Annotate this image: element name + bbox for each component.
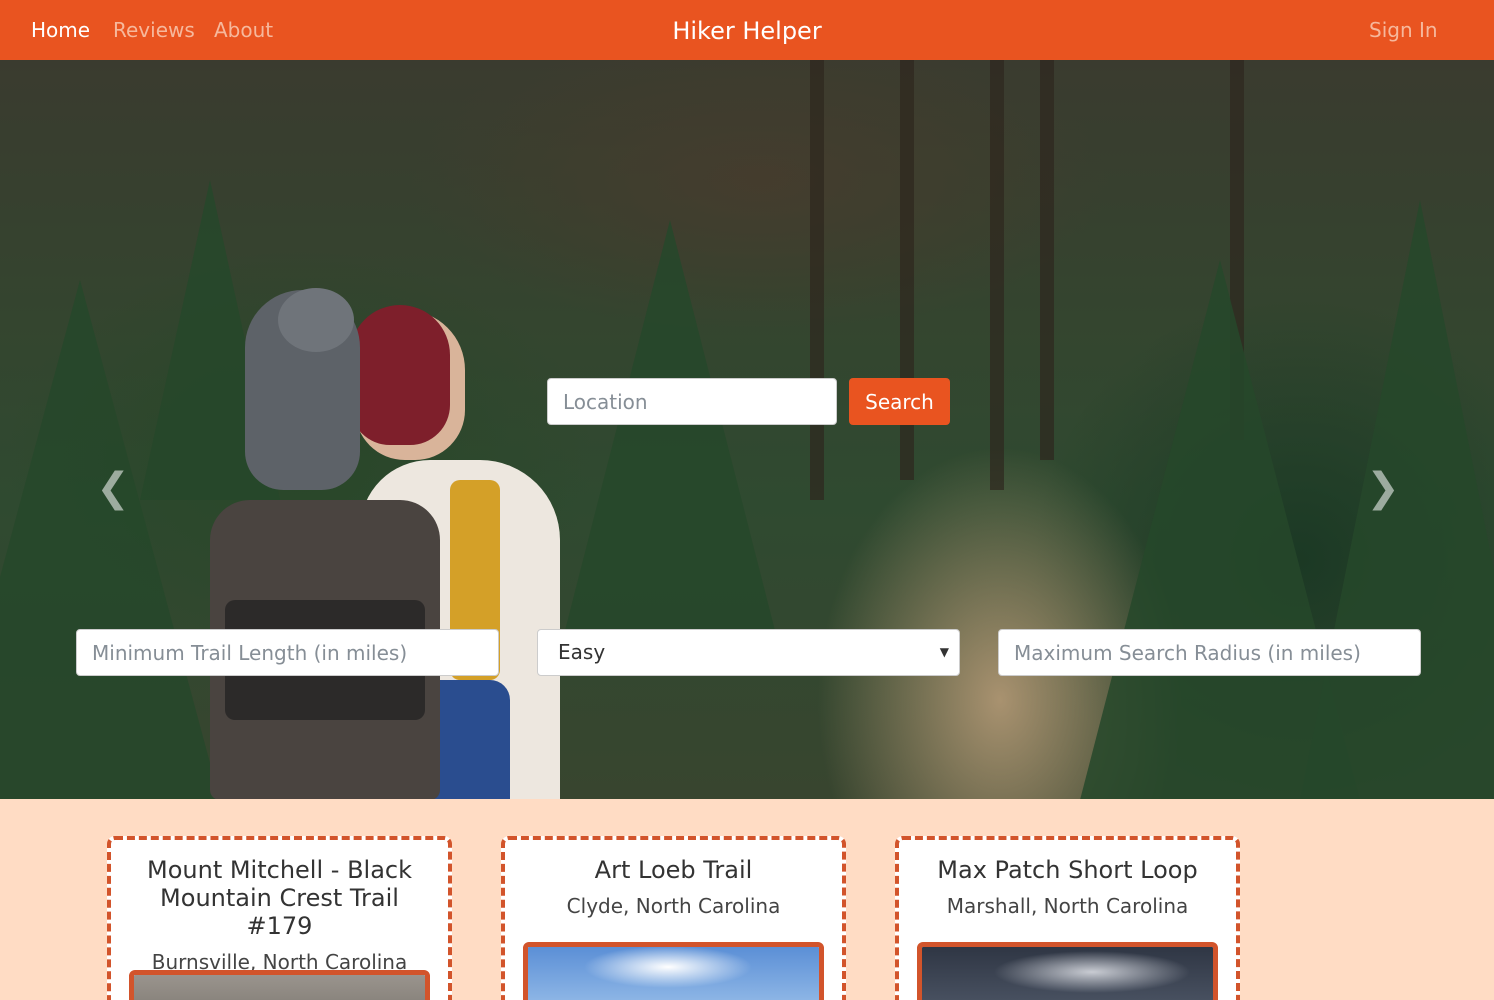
trail-location: Marshall, North Carolina	[946, 894, 1189, 918]
trail-card[interactable]: Art Loeb Trail Clyde, North Carolina	[501, 836, 846, 1000]
hero-carousel: ❮ ❯	[0, 60, 1494, 799]
tree-trunk	[1040, 60, 1054, 460]
trail-name: Max Patch Short Loop	[937, 856, 1198, 884]
trail-name: Art Loeb Trail	[594, 856, 753, 884]
trail-photo	[917, 942, 1218, 1000]
pine-tree	[0, 280, 220, 799]
trail-name: Mount Mitchell - Black Mountain Crest Tr…	[147, 856, 412, 940]
difficulty-select[interactable]: Easy ▼	[537, 629, 960, 676]
nav-link-about[interactable]: About	[214, 0, 273, 60]
trail-location: Clyde, North Carolina	[566, 894, 781, 918]
search-button[interactable]: Search	[849, 378, 950, 425]
trail-photo	[523, 942, 824, 1000]
tree-trunk	[810, 60, 824, 500]
difficulty-selected-value: Easy	[558, 640, 606, 664]
pine-tree	[560, 220, 780, 650]
tree-trunk	[990, 60, 1004, 490]
caret-down-icon: ▼	[939, 645, 949, 659]
chevron-left-icon[interactable]: ❮	[93, 465, 133, 511]
trail-card[interactable]: Max Patch Short Loop Marshall, North Car…	[895, 836, 1240, 1000]
hiker-hat	[350, 305, 450, 445]
top-navbar: Home Reviews About Hiker Helper Sign In	[0, 0, 1494, 60]
trail-card[interactable]: Mount Mitchell - Black Mountain Crest Tr…	[107, 836, 452, 1000]
nav-link-home[interactable]: Home	[31, 0, 90, 60]
sign-in-link[interactable]: Sign In	[1369, 0, 1438, 60]
location-input[interactable]	[547, 378, 837, 425]
max-search-radius-input[interactable]	[998, 629, 1421, 676]
trail-photo	[129, 970, 430, 1000]
min-trail-length-input[interactable]	[76, 629, 499, 676]
nav-link-reviews[interactable]: Reviews	[113, 0, 195, 60]
brand-title[interactable]: Hiker Helper	[672, 17, 821, 45]
chevron-right-icon[interactable]: ❯	[1363, 465, 1403, 511]
beanie-pompom	[278, 288, 354, 352]
